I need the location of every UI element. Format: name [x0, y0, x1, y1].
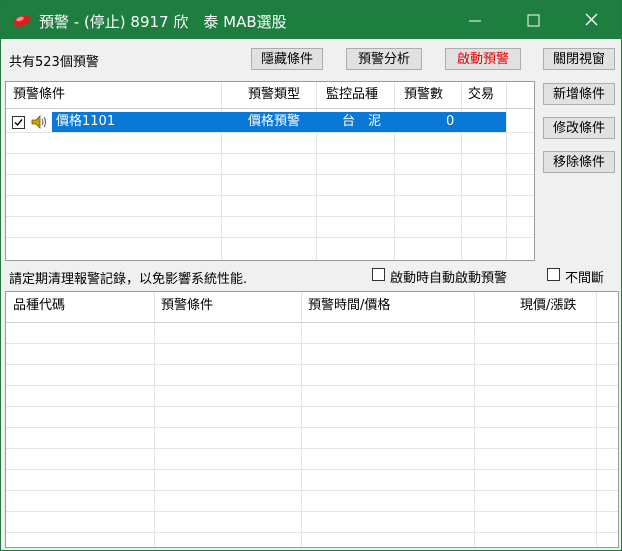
- minimize-icon: [469, 20, 481, 22]
- close-window-button[interactable]: 關閉視窗: [543, 48, 615, 70]
- column-header-symbol[interactable]: 品種代碼: [13, 292, 65, 322]
- no-interrupt-checkbox[interactable]: [547, 268, 560, 281]
- row-condition: 價格1101: [56, 114, 116, 129]
- checkmark-icon: [14, 119, 23, 127]
- maximize-icon: [527, 14, 540, 27]
- close-icon: [585, 13, 598, 26]
- no-interrupt-label[interactable]: 不間斷: [565, 267, 604, 286]
- table-row[interactable]: 價格1101 價格預警 台 泥 0: [52, 112, 506, 132]
- row-type: 價格預警: [248, 114, 301, 129]
- column-header-type[interactable]: 預警類型: [248, 82, 300, 108]
- column-header-instrument[interactable]: 監控品種: [326, 82, 378, 108]
- row-instrument: 台 泥: [342, 114, 382, 129]
- window-title: 預警 - (停止) 8917 欣 泰 MAB選股: [39, 13, 287, 31]
- auto-start-label[interactable]: 啟動時自動啟動預警: [390, 267, 507, 286]
- minimize-button[interactable]: [449, 1, 501, 39]
- remove-condition-button[interactable]: 移除條件: [543, 151, 615, 173]
- column-header-time-price[interactable]: 預警時間/價格: [308, 292, 390, 322]
- alert-enable-checkbox[interactable]: [12, 116, 25, 129]
- column-header-log-condition[interactable]: 預警條件: [161, 292, 213, 322]
- speaker-icon: [30, 113, 48, 131]
- app-logo-icon: [11, 12, 33, 28]
- alert-table[interactable]: 預警條件 預警類型 監控品種 預警數 交易 價格1101 價格預警 台 泥 0: [5, 81, 535, 261]
- maximize-button[interactable]: [507, 1, 559, 39]
- title-bar[interactable]: 預警 - (停止) 8917 欣 泰 MAB選股: [1, 1, 621, 39]
- alert-count-label: 共有523個預警: [9, 55, 99, 70]
- alert-analysis-button[interactable]: 預警分析: [346, 48, 422, 70]
- column-header-condition[interactable]: 預警條件: [13, 82, 65, 108]
- cleanup-note: 請定期清理報警記錄，以免影響系統性能.: [9, 272, 248, 287]
- edit-condition-button[interactable]: 修改條件: [543, 117, 615, 139]
- row-count: 0: [446, 114, 455, 129]
- add-condition-button[interactable]: 新增條件: [543, 83, 615, 105]
- column-header-trade[interactable]: 交易: [468, 82, 494, 108]
- start-alert-button[interactable]: 啟動預警: [445, 48, 521, 70]
- alert-log-table[interactable]: 品種代碼 預警條件 預警時間/價格 現價/漲跌: [5, 291, 619, 548]
- alert-window: 預警 - (停止) 8917 欣 泰 MAB選股 共有523個預警 隱藏條件 預…: [0, 0, 622, 551]
- hide-conditions-button[interactable]: 隱藏條件: [251, 48, 323, 70]
- close-button[interactable]: [565, 1, 617, 39]
- auto-start-checkbox[interactable]: [372, 268, 385, 281]
- column-header-price-change[interactable]: 現價/漲跌: [520, 292, 576, 322]
- column-header-count[interactable]: 預警數: [404, 82, 443, 108]
